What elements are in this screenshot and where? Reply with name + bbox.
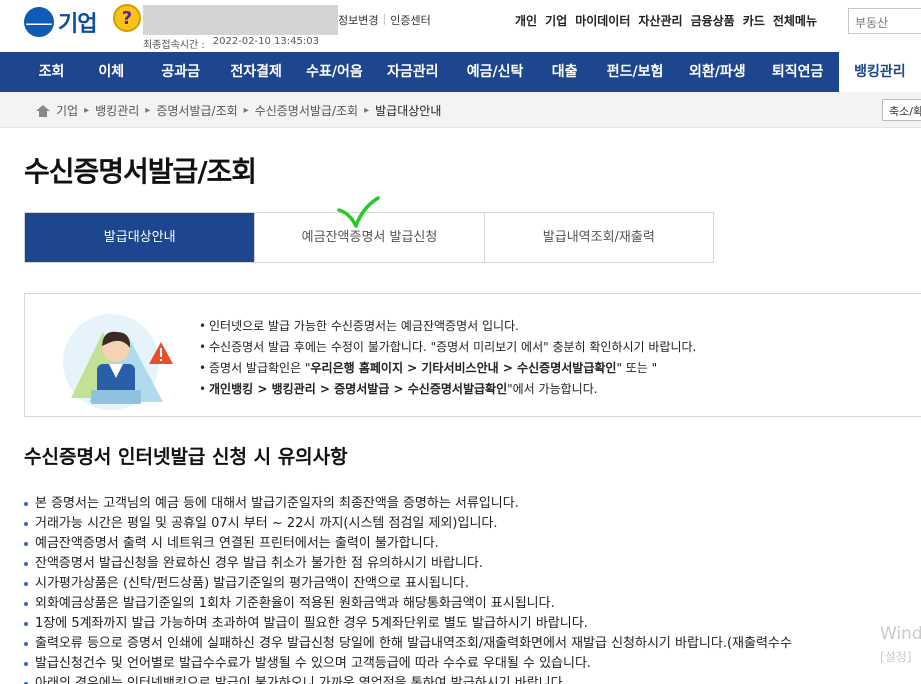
top-links: 정보변경 | 인증센터 xyxy=(338,12,431,28)
help-icon-glyph: ? xyxy=(121,7,133,29)
edit-info-link[interactable]: 정보변경 xyxy=(338,12,378,28)
util-menu-corporate[interactable]: 기업 xyxy=(545,12,567,29)
last-login: 최종접속시간 : 2022-02-10 13:45:03 xyxy=(143,36,319,51)
chevron-right-icon: ▸ xyxy=(364,105,370,116)
info-line-4-post: "에서 가능합니다. xyxy=(507,382,598,396)
nav-item-banking-management[interactable]: 뱅킹관리 xyxy=(838,52,921,92)
nav-item-inquiry[interactable]: 조회 xyxy=(26,52,77,92)
list-item: 출력오류 등으로 증명서 인쇄에 실패하신 경우 발급신청 당일에 한해 발급내… xyxy=(24,634,792,654)
info-line-1: 인터넷으로 발급 가능한 수신증명서는 예금잔액증명서 입니다. xyxy=(209,319,519,333)
link-separator: | xyxy=(382,12,387,25)
tab-issue-target-guide[interactable]: 발급대상안내 xyxy=(25,213,255,262)
info-line-3-mid: " 또는 " xyxy=(616,361,658,375)
info-line-2: 수신증명서 발급 후에는 수정이 불가합니다. "증명서 미리보기 에서" 충분… xyxy=(209,340,697,354)
list-item: 외화예금상품은 발급기준일의 1회차 기준환율이 적용된 원화금액과 해당통화금… xyxy=(24,594,792,614)
page-title: 수신증명서발급/조회 xyxy=(24,155,257,188)
list-item: 아래의 경우에는 인터넷뱅킹으로 발급이 불가하오니 가까운 영업점을 통하여 … xyxy=(24,674,792,684)
util-menu-all[interactable]: 전체메뉴 xyxy=(773,12,817,29)
chevron-right-icon: ▸ xyxy=(243,105,249,116)
last-login-value: 2022-02-10 13:45:03 xyxy=(212,36,319,47)
notice-list: 본 증명서는 고객님의 예금 등에 대해서 발급기준일자의 최종잔액을 증명하는… xyxy=(24,494,792,684)
info-box: 인터넷으로 발급 가능한 수신증명서는 예금잔액증명서 입니다. 수신증명서 발… xyxy=(24,293,921,417)
breadcrumb-item-current: 발급대상안내 xyxy=(375,104,442,118)
util-menu-card[interactable]: 카드 xyxy=(743,12,765,29)
chevron-right-icon: ▸ xyxy=(145,105,151,116)
breadcrumb-item-banking[interactable]: 뱅킹관리 xyxy=(95,102,139,119)
nav-item-check-bill[interactable]: 수표/어음 xyxy=(296,52,372,92)
logo-text: 기업 xyxy=(58,12,97,37)
info-item-continued: 개인뱅킹 > 뱅킹관리 > 증명서발급 > 수신증명서발급확인"에서 가능합니다… xyxy=(199,379,696,400)
nav-item-utility-bills[interactable]: 공과금 xyxy=(145,52,216,92)
info-item: 증명서 발급확인은 "우리은행 홈페이지 > 기타서비스안내 > 수신증명서발급… xyxy=(199,358,696,379)
customer-service-illustration-icon xyxy=(63,314,173,410)
list-item: 발급신청건수 및 언어별로 발급수수료가 발생될 수 있으며 고객등급에 따라 … xyxy=(24,654,792,674)
info-line-3-pre: 증명서 발급확인은 " xyxy=(209,361,311,375)
search-input[interactable]: 부동산 xyxy=(848,8,921,34)
list-item: 1장에 5계좌까지 발급 가능하며 초과하여 발급이 필요한 경우 5계좌단위로… xyxy=(24,614,792,634)
windows-activation-watermark: Wind xyxy=(880,624,921,644)
nav-item-fund-insurance[interactable]: 펀드/보험 xyxy=(592,52,678,92)
tab-issue-history[interactable]: 발급내역조회/재출력 xyxy=(483,213,713,262)
info-path-homepage: 우리은행 홈페이지 > 기타서비스안내 > 수신증명서발급확인 xyxy=(310,361,617,375)
green-checkmark-icon xyxy=(337,196,380,228)
nav-item-fund-management[interactable]: 자금관리 xyxy=(373,52,453,92)
list-item: 거래가능 시간은 평일 및 공휴일 07시 부터 ~ 22시 까지(시스템 점검… xyxy=(24,514,792,534)
notice-section-title: 수신증명서 인터넷발급 신청 시 유의사항 xyxy=(24,446,348,468)
zoom-toggle-button[interactable]: 축소/확 xyxy=(882,99,921,121)
nav-item-deposit-trust[interactable]: 예금/신탁 xyxy=(453,52,537,92)
list-item: 잔액증명서 발급신청을 완료하신 경우 발급 취소가 불가한 점 유의하시기 바… xyxy=(24,554,792,574)
info-item: 수신증명서 발급 후에는 수정이 불가합니다. "증명서 미리보기 에서" 충분… xyxy=(199,337,696,358)
nav-item-transfer[interactable]: 이체 xyxy=(77,52,146,92)
nav-item-pension[interactable]: 퇴직연금 xyxy=(757,52,839,92)
breadcrumb: 기업 ▸ 뱅킹관리 ▸ 증명서발급/조회 ▸ 수신증명서발급/조회 ▸ 발급대상… xyxy=(36,102,441,119)
breadcrumb-item-corporate[interactable]: 기업 xyxy=(56,102,78,119)
list-item: 예금잔액증명서 출력 시 네트워크 연결된 프린터에서는 출력이 불가합니다. xyxy=(24,534,792,554)
info-list: 인터넷으로 발급 가능한 수신증명서는 예금잔액증명서 입니다. 수신증명서 발… xyxy=(199,316,696,400)
cert-center-link[interactable]: 인증센터 xyxy=(390,12,430,28)
user-info-redacted xyxy=(143,5,338,35)
list-item: 시가평가상품은 (신탁/펀드상품) 발급기준일의 평가금액이 잔액으로 표시됩니… xyxy=(24,574,792,594)
home-icon[interactable] xyxy=(36,104,50,117)
nav-item-e-payment[interactable]: 전자결제 xyxy=(216,52,296,92)
util-menu-mydata[interactable]: 마이데이터 xyxy=(575,12,630,29)
info-item: 인터넷으로 발급 가능한 수신증명서는 예금잔액증명서 입니다. xyxy=(199,316,696,337)
util-menu-asset[interactable]: 자산관리 xyxy=(638,12,682,29)
breadcrumb-bar: 기업 ▸ 뱅킹관리 ▸ 증명서발급/조회 ▸ 수신증명서발급/조회 ▸ 발급대상… xyxy=(0,92,921,128)
utility-menu: 개인 기업 마이데이터 자산관리 금융상품 카드 전체메뉴 xyxy=(515,12,817,29)
help-icon[interactable]: ? xyxy=(113,4,141,32)
breadcrumb-item-deposit-cert[interactable]: 수신증명서발급/조회 xyxy=(255,102,358,119)
util-menu-personal[interactable]: 개인 xyxy=(515,12,537,29)
nav-item-loan[interactable]: 대출 xyxy=(537,52,592,92)
logo-icon xyxy=(24,7,54,37)
brand-logo[interactable]: 기업 xyxy=(24,6,97,38)
list-item: 본 증명서는 고객님의 예금 등에 대해서 발급기준일자의 최종잔액을 증명하는… xyxy=(24,494,792,514)
windows-activation-watermark-sub: [설정] xyxy=(880,650,912,664)
nav-item-forex[interactable]: 외환/파생 xyxy=(678,52,756,92)
breadcrumb-item-certificates[interactable]: 증명서발급/조회 xyxy=(156,102,237,119)
chevron-right-icon: ▸ xyxy=(84,105,90,116)
last-login-label: 최종접속시간 : xyxy=(143,40,205,51)
util-menu-products[interactable]: 금융상품 xyxy=(691,12,735,29)
main-nav: 조회 이체 공과금 전자결제 수표/어음 자금관리 예금/신탁 대출 펀드/보험… xyxy=(0,52,921,92)
info-path-personal-banking: 개인뱅킹 > 뱅킹관리 > 증명서발급 > 수신증명서발급확인 xyxy=(209,382,508,396)
top-header: 기업 ? 정보변경 | 인증센터 최종접속시간 : 2022-02-10 13:… xyxy=(0,0,921,52)
